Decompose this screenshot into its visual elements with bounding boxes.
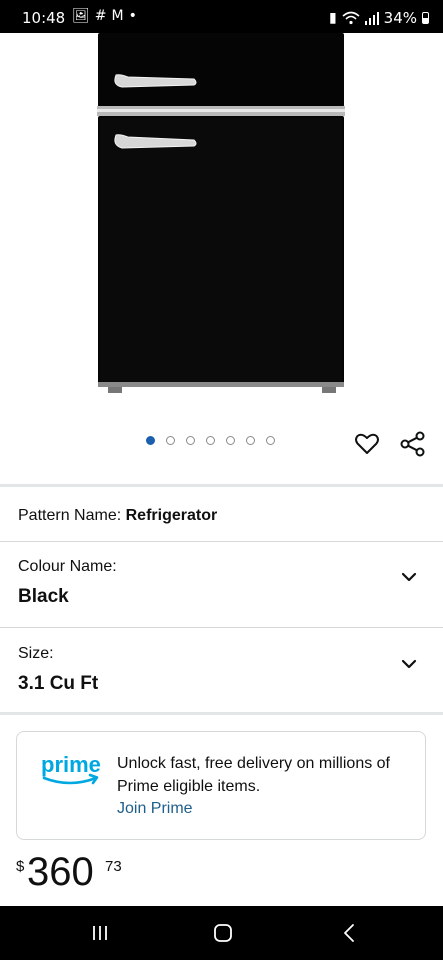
system-nav-bar: [0, 906, 443, 960]
section-divider: [0, 484, 443, 487]
chevron-down-icon: [401, 659, 417, 669]
chevron-down-icon: [401, 572, 417, 582]
product-image[interactable]: [0, 33, 443, 418]
notification-icons: 🖼 # M •: [72, 8, 137, 24]
colour-value: Black: [18, 586, 69, 607]
price-fraction: 73: [105, 858, 122, 875]
pattern-row: Pattern Name: Refrigerator: [18, 507, 217, 525]
home-icon[interactable]: [213, 923, 233, 943]
size-selector[interactable]: Size: 3.1 Cu Ft: [0, 628, 443, 713]
size-label: Size:: [18, 645, 54, 662]
pattern-label: Pattern Name:: [18, 507, 122, 524]
join-prime-link[interactable]: Join Prime: [117, 800, 193, 818]
gallery-dot[interactable]: [186, 436, 195, 445]
gallery-icon: 🖼: [72, 8, 90, 24]
pattern-value: Refrigerator: [125, 507, 218, 524]
gallery-dot[interactable]: [166, 436, 175, 445]
prime-logo-text: prime: [41, 752, 101, 777]
gmail-icon: M: [111, 8, 124, 24]
slack-icon: #: [94, 8, 107, 24]
colour-selector[interactable]: Colour Name: Black: [0, 542, 443, 627]
price-whole: 360: [27, 850, 94, 894]
prime-promo-card[interactable]: prime Unlock fast, free delivery on mill…: [16, 731, 426, 840]
status-time: 10:48: [22, 9, 66, 27]
gallery-dot[interactable]: [206, 436, 215, 445]
gallery-dot[interactable]: [146, 436, 155, 445]
dot-icon: •: [128, 8, 137, 24]
recent-apps-icon[interactable]: [90, 923, 110, 943]
refrigerator-image: [97, 33, 345, 393]
signal-icon: [364, 11, 379, 25]
heart-icon[interactable]: [354, 431, 380, 457]
wifi-icon: [342, 11, 360, 25]
size-value: 3.1 Cu Ft: [18, 673, 99, 694]
battery-percent: 34%: [383, 9, 417, 27]
back-icon[interactable]: [340, 923, 360, 943]
gallery-dot[interactable]: [266, 436, 275, 445]
battery-saver-icon: ▮: [328, 10, 337, 26]
gallery-dot[interactable]: [246, 436, 255, 445]
gallery-pagination: [146, 436, 275, 445]
prime-logo: prime: [40, 750, 102, 790]
status-right: ▮ 34%: [329, 9, 429, 27]
colour-label: Colour Name:: [18, 558, 117, 575]
price-currency: $: [16, 858, 25, 875]
section-divider: [0, 712, 443, 715]
status-bar: 10:48 🖼 # M • ▮ 34%: [0, 0, 443, 33]
prime-message: Unlock fast, free delivery on millions o…: [117, 755, 390, 795]
battery-icon: [422, 12, 429, 24]
share-icon[interactable]: [400, 431, 426, 457]
gallery-dot[interactable]: [226, 436, 235, 445]
